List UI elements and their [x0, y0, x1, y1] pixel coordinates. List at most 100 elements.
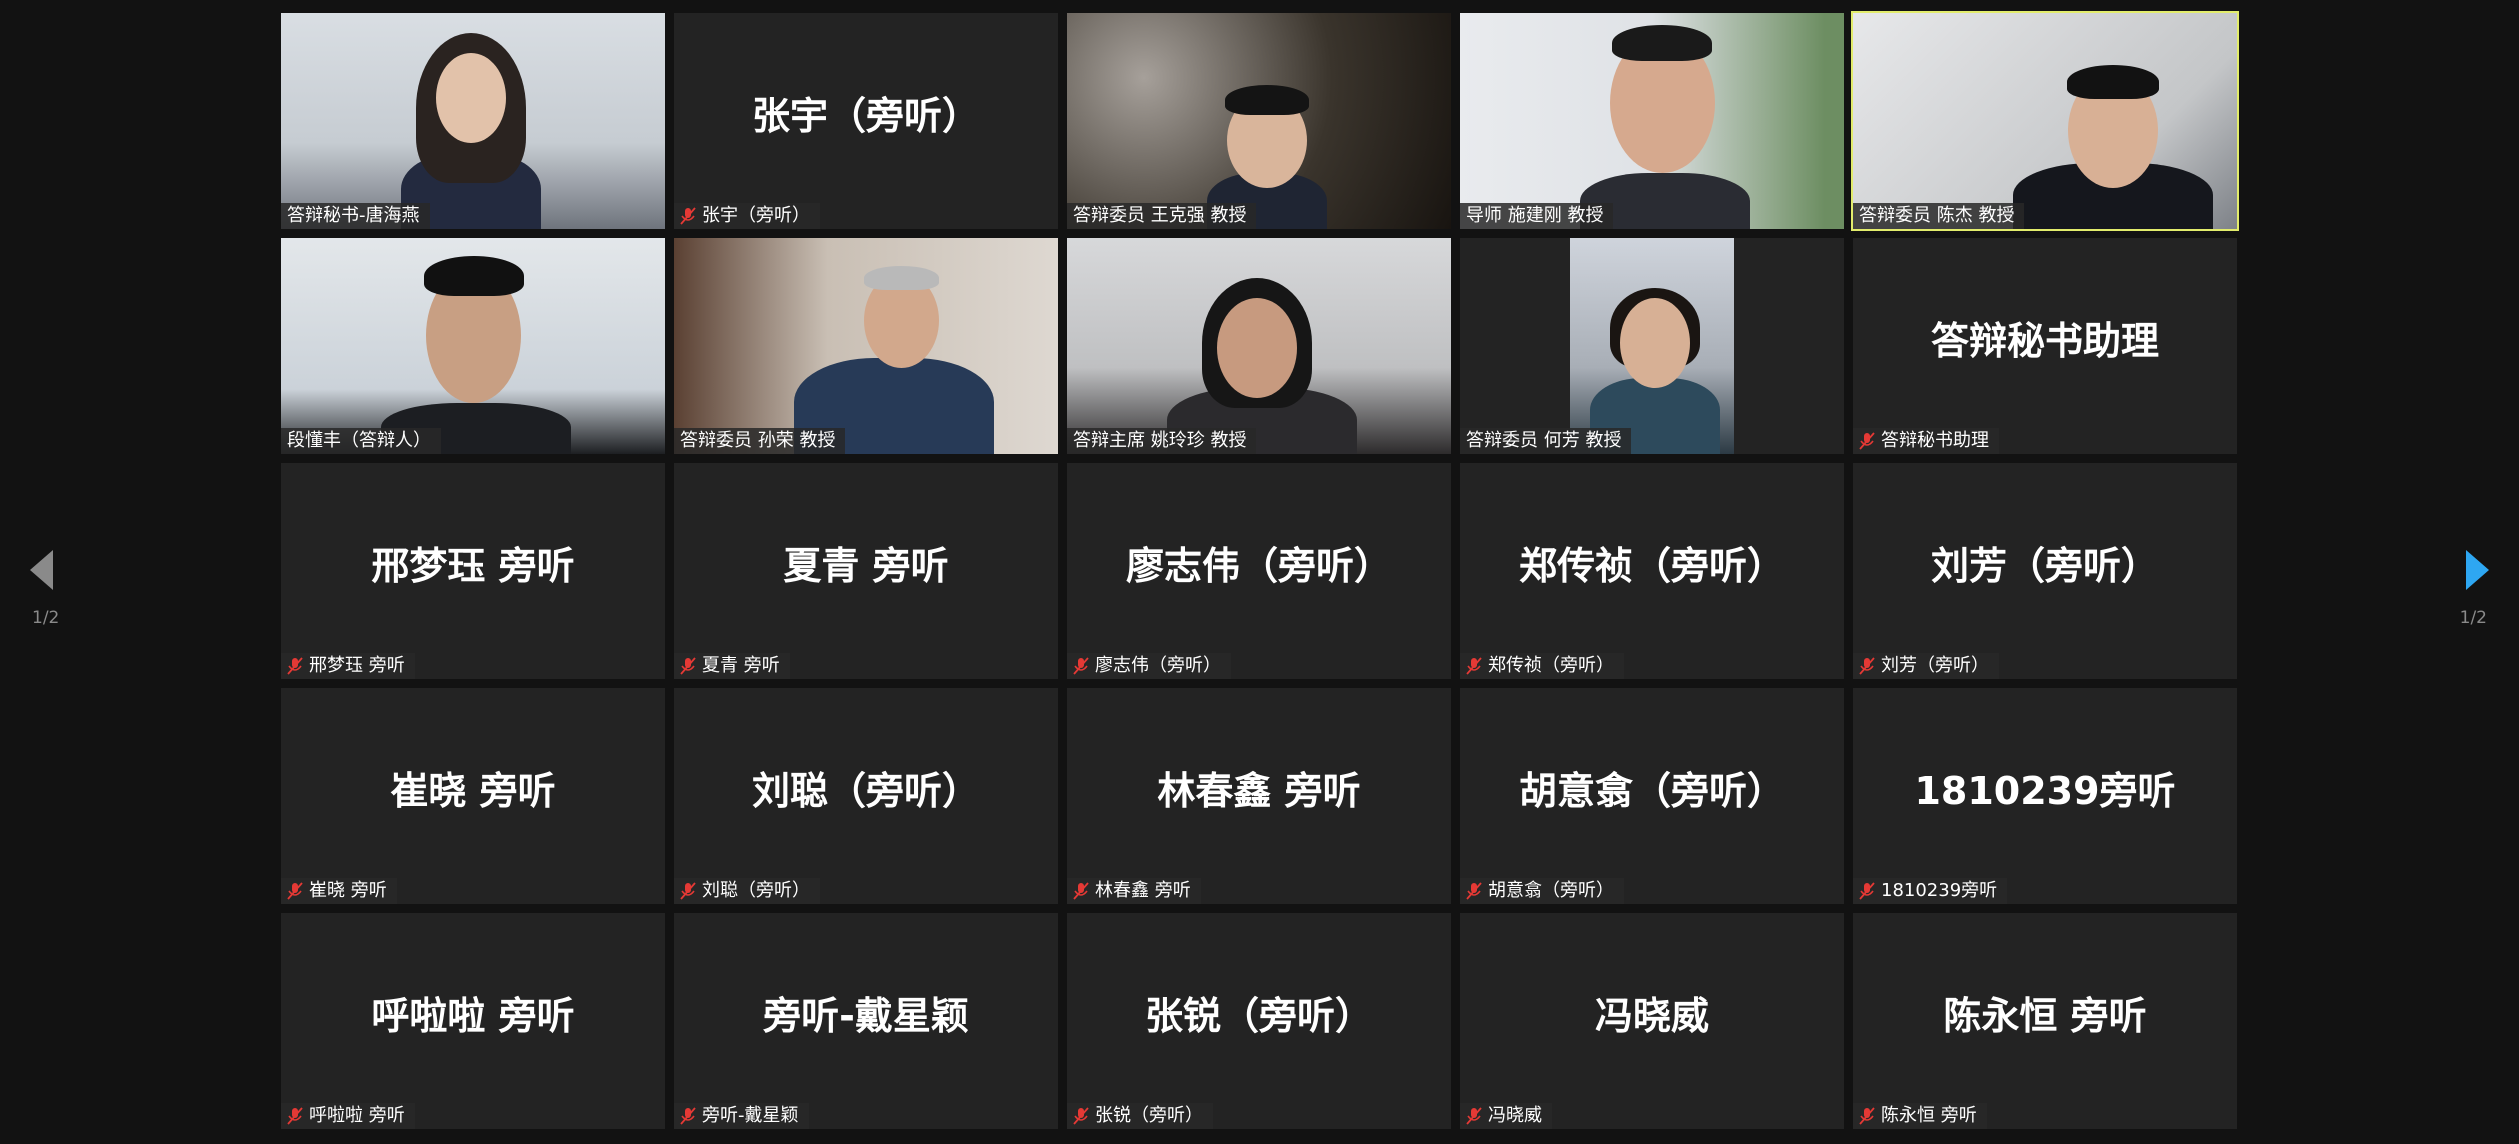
participant-name-label: 1810239旁听	[1853, 878, 2008, 904]
mic-muted-icon	[680, 657, 696, 675]
participant-name-label: 答辩委员 孙荣 教授	[674, 428, 846, 454]
mic-muted-icon	[1466, 657, 1482, 675]
participant-tile[interactable]: 郑传祯（旁听） 郑传祯（旁听）	[1460, 463, 1844, 679]
participant-tile[interactable]: 张宇（旁听） 张宇（旁听）	[674, 13, 1058, 229]
participant-tile[interactable]: 冯晓威 冯晓威	[1460, 913, 1844, 1129]
participant-name-label: 张锐（旁听）	[1067, 1103, 1213, 1129]
participant-video	[1067, 13, 1451, 229]
participant-video	[1853, 13, 2237, 229]
participant-display-name: 邢梦珏 旁听	[371, 544, 575, 588]
mic-muted-icon	[680, 1107, 696, 1125]
participant-name-label: 旁听-戴星颖	[674, 1103, 809, 1129]
participant-name-label: 冯晓威	[1460, 1103, 1552, 1129]
participant-tile[interactable]: 邢梦珏 旁听 邢梦珏 旁听	[281, 463, 665, 679]
participant-display-name: 夏青 旁听	[783, 544, 949, 588]
mic-muted-icon	[1073, 882, 1089, 900]
participant-name-label: 邢梦珏 旁听	[281, 653, 415, 679]
participant-tile[interactable]: 答辩秘书-唐海燕	[281, 13, 665, 229]
participant-tile[interactable]: 崔晓 旁听 崔晓 旁听	[281, 688, 665, 904]
participant-video	[1460, 238, 1844, 454]
participant-tile[interactable]: 答辩主席 姚玲珍 教授	[1067, 238, 1451, 454]
mic-muted-icon	[1859, 657, 1875, 675]
participant-display-name: 刘芳（旁听）	[1930, 544, 2159, 588]
participant-name-label: 郑传祯（旁听）	[1460, 653, 1624, 679]
participant-name-label: 答辩主席 姚玲珍 教授	[1067, 428, 1257, 454]
participant-display-name: 刘聪（旁听）	[751, 769, 980, 813]
participant-name-label: 答辩委员 王克强 教授	[1067, 203, 1257, 229]
next-page-button[interactable]	[2462, 547, 2492, 593]
participant-name-label: 答辩秘书助理	[1853, 428, 1999, 454]
participant-name-label: 陈永恒 旁听	[1853, 1103, 1987, 1129]
participant-tile[interactable]: 答辩秘书助理 答辩秘书助理	[1853, 238, 2237, 454]
participant-tile[interactable]: 1810239旁听 1810239旁听	[1853, 688, 2237, 904]
mic-muted-icon	[1466, 882, 1482, 900]
participant-tile[interactable]: 夏青 旁听 夏青 旁听	[674, 463, 1058, 679]
participant-display-name: 胡意翕（旁听）	[1518, 769, 1785, 813]
participant-name-label: 答辩委员 何芳 教授	[1460, 428, 1632, 454]
participant-name-label: 刘聪（旁听）	[674, 878, 820, 904]
mic-muted-icon	[287, 1107, 303, 1125]
participant-display-name: 1810239旁听	[1914, 769, 2176, 813]
participant-video	[674, 238, 1058, 454]
participant-name-label: 答辩秘书-唐海燕	[281, 203, 430, 229]
participant-name-label: 呼啦啦 旁听	[281, 1103, 415, 1129]
participant-name-label: 廖志伟（旁听）	[1067, 653, 1231, 679]
chevron-left-icon	[30, 550, 53, 590]
mic-muted-icon	[1073, 657, 1089, 675]
participant-tile[interactable]: 旁听-戴星颖 旁听-戴星颖	[674, 913, 1058, 1129]
participant-video	[1460, 13, 1844, 229]
mic-muted-icon	[680, 207, 696, 225]
participant-tile[interactable]: 答辩委员 孙荣 教授	[674, 238, 1058, 454]
previous-page-button[interactable]	[27, 547, 57, 593]
participant-name-label: 张宇（旁听）	[674, 203, 820, 229]
mic-muted-icon	[287, 882, 303, 900]
mic-muted-icon	[287, 657, 303, 675]
participant-display-name: 崔晓 旁听	[390, 769, 556, 813]
participant-tile[interactable]: 林春鑫 旁听 林春鑫 旁听	[1067, 688, 1451, 904]
participant-tile[interactable]: 张锐（旁听） 张锐（旁听）	[1067, 913, 1451, 1129]
participant-tile[interactable]: 廖志伟（旁听） 廖志伟（旁听）	[1067, 463, 1451, 679]
participant-tile[interactable]: 段懂丰（答辩人）	[281, 238, 665, 454]
participant-name-label: 段懂丰（答辩人）	[281, 428, 441, 454]
participant-name-label: 胡意翕（旁听）	[1460, 878, 1624, 904]
participant-tile[interactable]: 刘聪（旁听） 刘聪（旁听）	[674, 688, 1058, 904]
participant-name-label: 导师 施建刚 教授	[1460, 203, 1614, 229]
participant-display-name: 答辩秘书助理	[1930, 319, 2159, 363]
participant-display-name: 廖志伟（旁听）	[1125, 544, 1392, 588]
participant-video	[1067, 238, 1451, 454]
participant-display-name: 张宇（旁听）	[751, 94, 980, 138]
mic-muted-icon	[1859, 432, 1875, 450]
chevron-right-icon	[2466, 550, 2489, 590]
mic-muted-icon	[1073, 1107, 1089, 1125]
participant-tile[interactable]: 答辩委员 何芳 教授	[1460, 238, 1844, 454]
participant-tile[interactable]: 刘芳（旁听） 刘芳（旁听）	[1853, 463, 2237, 679]
participant-video	[281, 238, 665, 454]
participant-tile[interactable]: 导师 施建刚 教授	[1460, 13, 1844, 229]
participant-tile[interactable]: 呼啦啦 旁听 呼啦啦 旁听	[281, 913, 665, 1129]
mic-muted-icon	[1859, 882, 1875, 900]
participant-tile[interactable]: 答辩委员 王克强 教授	[1067, 13, 1451, 229]
participant-tile[interactable]: 陈永恒 旁听 陈永恒 旁听	[1853, 913, 2237, 1129]
participant-tile-active-speaker[interactable]: 答辩委员 陈杰 教授	[1851, 11, 2239, 231]
mic-muted-icon	[1859, 1107, 1875, 1125]
participant-display-name: 冯晓威	[1594, 994, 1709, 1038]
page-indicator-right: 1/2	[2459, 608, 2487, 628]
participant-name-label: 刘芳（旁听）	[1853, 653, 1999, 679]
participant-display-name: 张锐（旁听）	[1144, 994, 1373, 1038]
gallery-view: 1/2 1/2 答辩秘书-唐海燕 张宇（旁听） 张宇（旁听） 答辩委员 王克强 …	[0, 0, 2519, 1144]
participant-display-name: 郑传祯（旁听）	[1518, 544, 1785, 588]
participant-tile[interactable]: 胡意翕（旁听） 胡意翕（旁听）	[1460, 688, 1844, 904]
participant-name-label: 夏青 旁听	[674, 653, 790, 679]
participant-display-name: 陈永恒 旁听	[1943, 994, 2147, 1038]
participant-name-label: 林春鑫 旁听	[1067, 878, 1201, 904]
participant-display-name: 呼啦啦 旁听	[371, 994, 575, 1038]
mic-muted-icon	[680, 882, 696, 900]
participant-name-label: 崔晓 旁听	[281, 878, 397, 904]
participant-grid: 答辩秘书-唐海燕 张宇（旁听） 张宇（旁听） 答辩委员 王克强 教授 导师 施建…	[281, 11, 2241, 1129]
participant-display-name: 旁听-戴星颖	[763, 994, 969, 1038]
participant-video	[281, 13, 665, 229]
mic-muted-icon	[1466, 1107, 1482, 1125]
page-indicator-left: 1/2	[32, 608, 60, 628]
participant-display-name: 林春鑫 旁听	[1157, 769, 1361, 813]
participant-name-label: 答辩委员 陈杰 教授	[1853, 203, 2025, 229]
